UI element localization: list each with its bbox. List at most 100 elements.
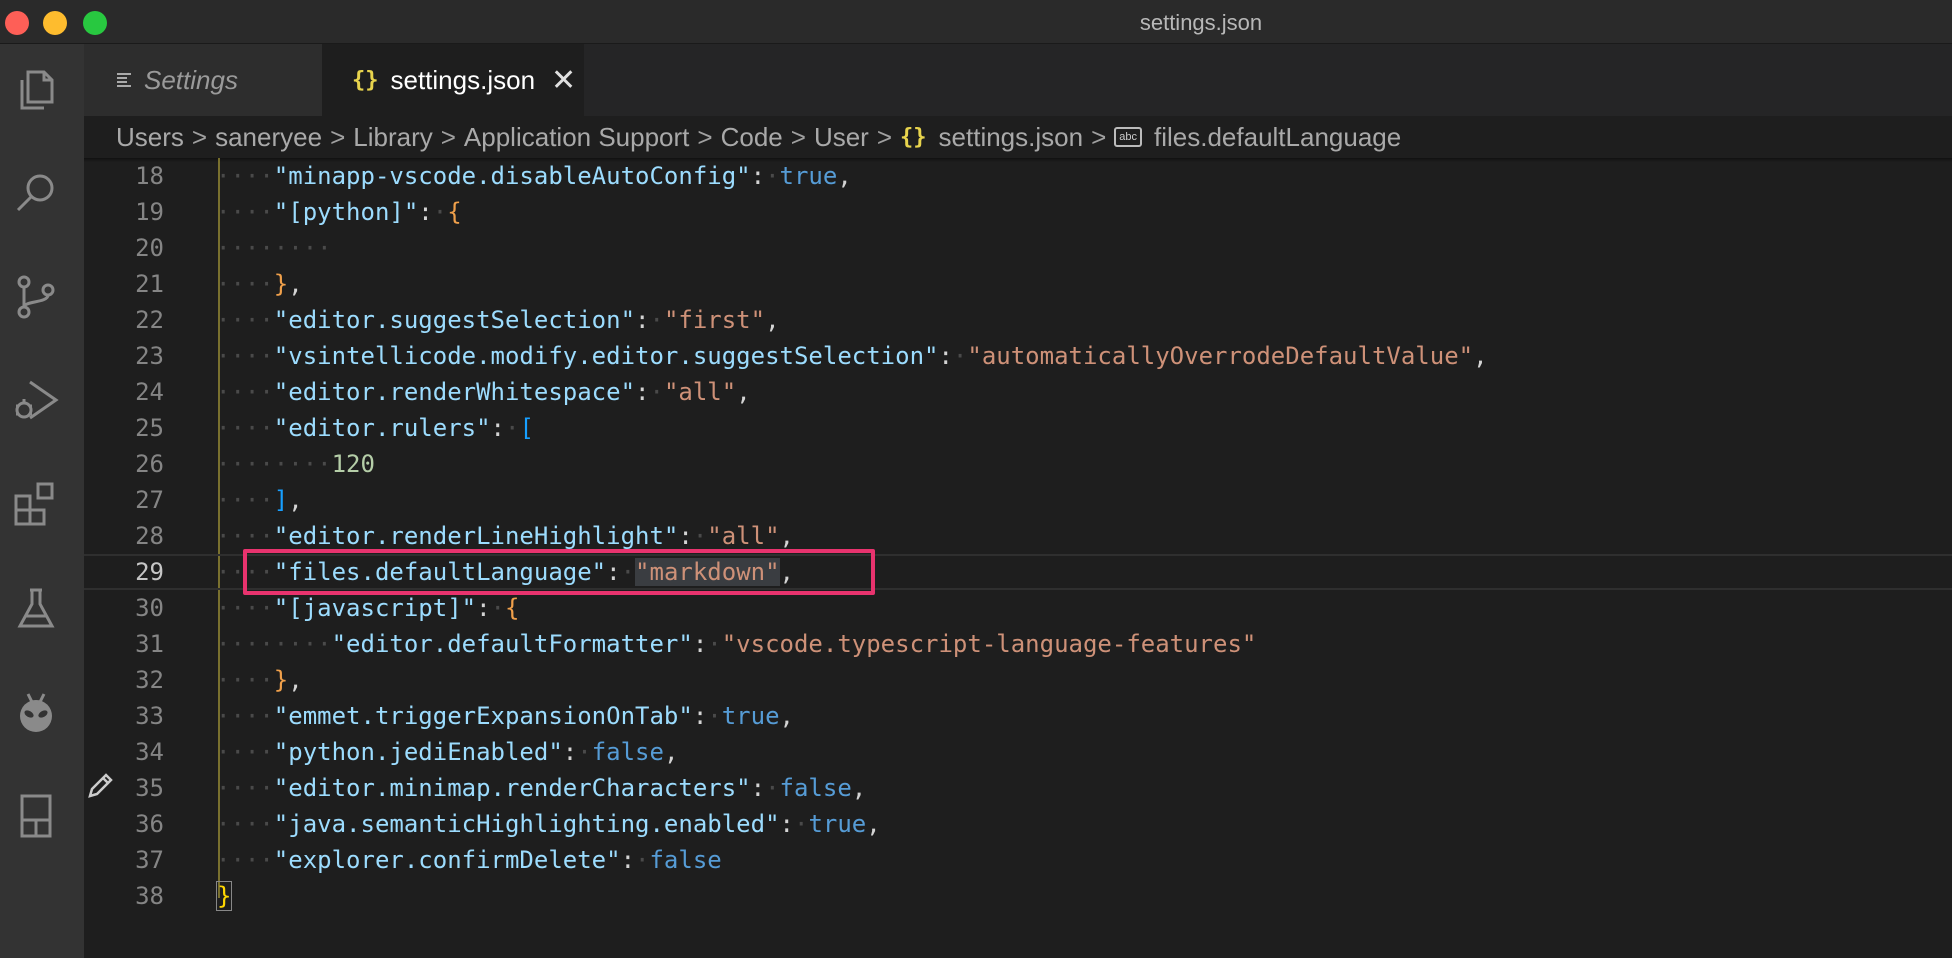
line-number: 19 (135, 198, 164, 226)
code-token: , (288, 666, 303, 694)
explorer-icon[interactable] (10, 64, 62, 116)
code-line[interactable]: 23 ····"vsintellicode.modify.editor.sugge… (84, 338, 1952, 374)
whitespace-indent: ···· (216, 342, 274, 370)
json-braces-icon: {} (900, 124, 927, 150)
code-token: : (620, 846, 636, 874)
code-token: · (952, 342, 968, 370)
platformio-alien-icon[interactable] (10, 686, 62, 738)
code-line[interactable]: 25 ····"editor.rulers":·[ (84, 410, 1952, 446)
code-token: · (649, 306, 664, 334)
code-token: "all" (663, 378, 737, 406)
line-code: ····"emmet.triggerExpansionOnTab":·true, (216, 698, 794, 734)
code-line[interactable]: 33 ····"emmet.triggerExpansionOnTab":·tru… (84, 698, 1952, 734)
tab-settings-json[interactable]: {} settings.json ✕ (322, 44, 584, 116)
code-token: "vscode.typescript-language-features" (721, 630, 1257, 658)
breadcrumb-item-user[interactable]: User (814, 122, 869, 153)
code-token: { (505, 594, 520, 622)
code-editor[interactable]: 18 ····"minapp-vscode.disableAutoConfig":… (84, 158, 1952, 958)
run-debug-icon[interactable] (10, 374, 62, 426)
breadcrumb-item-users[interactable]: Users (116, 122, 184, 153)
whitespace-indent: ···· (216, 270, 274, 298)
code-line[interactable]: 30 ····"[javascript]":·{ (84, 590, 1952, 626)
notebook-icon[interactable] (10, 790, 62, 842)
code-line[interactable]: 21 ····}, (84, 266, 1952, 302)
code-line[interactable]: 26 ········120 (84, 446, 1952, 482)
code-token: 120 (331, 450, 375, 478)
whitespace-indent: ···· (216, 846, 274, 874)
code-line[interactable]: 27 ····], (84, 482, 1952, 518)
line-number: 18 (135, 162, 164, 190)
breadcrumb-item-library[interactable]: Library (353, 122, 432, 153)
code-token: : (562, 738, 578, 766)
code-token: "all" (707, 522, 780, 550)
line-number: 32 (135, 666, 164, 694)
line-code: ····"vsintellicode.modify.editor.suggest… (216, 338, 1488, 374)
tab-settings[interactable]: Settings (84, 44, 322, 116)
chevron-right-icon: > (876, 121, 893, 152)
code-token: : (750, 774, 766, 802)
breadcrumb-item-code[interactable]: Code (721, 122, 783, 153)
code-token: , (837, 162, 852, 190)
line-number: 26 (135, 450, 164, 478)
line-code: ····"python.jediEnabled":·false, (216, 734, 678, 770)
line-code: ····"minapp-vscode.disableAutoConfig":·t… (216, 158, 852, 194)
testing-flask-icon[interactable] (10, 582, 62, 634)
code-token: · (432, 198, 448, 226)
settings-list-icon (116, 65, 132, 96)
code-token: · (765, 162, 780, 190)
code-token: : (779, 810, 794, 838)
code-token: "explorer.confirmDelete" (273, 846, 621, 874)
code-token: , (779, 522, 794, 550)
code-line[interactable]: 38} (84, 878, 1952, 914)
line-number: 22 (135, 306, 164, 334)
code-token: · (692, 522, 708, 550)
source-control-icon[interactable] (10, 270, 62, 322)
code-line[interactable]: 32 ····}, (84, 662, 1952, 698)
code-line[interactable]: 37 ····"explorer.confirmDelete":·false (84, 842, 1952, 878)
whitespace-indent: ···· (216, 486, 274, 514)
code-line[interactable]: 22 ····"editor.suggestSelection":·"first"… (84, 302, 1952, 338)
code-token: : (635, 378, 650, 406)
whitespace-indent: ···· (216, 774, 274, 802)
code-token: "emmet.triggerExpansionOnTab" (273, 702, 693, 730)
search-icon[interactable] (10, 166, 62, 218)
breadcrumb-item-files-default-language[interactable]: files.defaultLanguage (1154, 122, 1401, 153)
code-token: , (663, 738, 679, 766)
line-number: 36 (135, 810, 164, 838)
code-line[interactable]: 20 ········ (84, 230, 1952, 266)
breadcrumb-item-saneryee[interactable]: saneryee (215, 122, 322, 153)
extensions-icon[interactable] (10, 478, 62, 530)
code-line[interactable]: 35 ····"editor.minimap.renderCharacters":… (84, 770, 1952, 806)
code-token: "editor.minimap.renderCharacters" (273, 774, 751, 802)
code-line[interactable]: 31 ········"editor.defaultFormatter":·"vs… (84, 626, 1952, 662)
line-code: ····"editor.renderWhitespace":·"all", (216, 374, 751, 410)
code-line[interactable]: 36 ····"java.semanticHighlighting.enabled… (84, 806, 1952, 842)
code-token: · (505, 414, 520, 442)
breadcrumb-item-application-support[interactable]: Application Support (464, 122, 689, 153)
code-token: "[python]" (273, 198, 419, 226)
pencil-icon[interactable] (86, 770, 116, 805)
code-token: , (851, 774, 867, 802)
code-token: "java.semanticHighlighting.enabled" (273, 810, 780, 838)
code-line[interactable]: 24 ····"editor.renderWhitespace":·"all", (84, 374, 1952, 410)
line-code: ····], (216, 482, 303, 518)
breadcrumb-item-settings-json[interactable]: settings.json (939, 122, 1084, 153)
chevron-right-icon: > (191, 121, 208, 152)
code-token: · (649, 378, 664, 406)
chevron-right-icon: > (790, 121, 806, 152)
code-line[interactable]: 34 ····"python.jediEnabled":·false, (84, 734, 1952, 770)
code-token: : (490, 414, 505, 442)
close-icon[interactable]: ✕ (551, 63, 576, 98)
string-symbol-icon: abc (1114, 127, 1142, 147)
title-bar: settings.json (0, 0, 1952, 44)
code-line[interactable]: 19 ····"[python]":·{ (84, 194, 1952, 230)
code-token: ] (273, 486, 289, 514)
line-code: ········120 (216, 446, 375, 482)
annotation-highlight-box (243, 549, 875, 595)
code-token: "automaticallyOverrodeDefaultValue" (967, 342, 1474, 370)
code-line[interactable]: 18 ····"minapp-vscode.disableAutoConfig":… (84, 158, 1952, 194)
line-code: ····}, (216, 266, 303, 302)
code-token: } (273, 270, 289, 298)
tab-bar: Settings {} settings.json ✕ (84, 44, 1952, 116)
code-token: , (779, 702, 794, 730)
